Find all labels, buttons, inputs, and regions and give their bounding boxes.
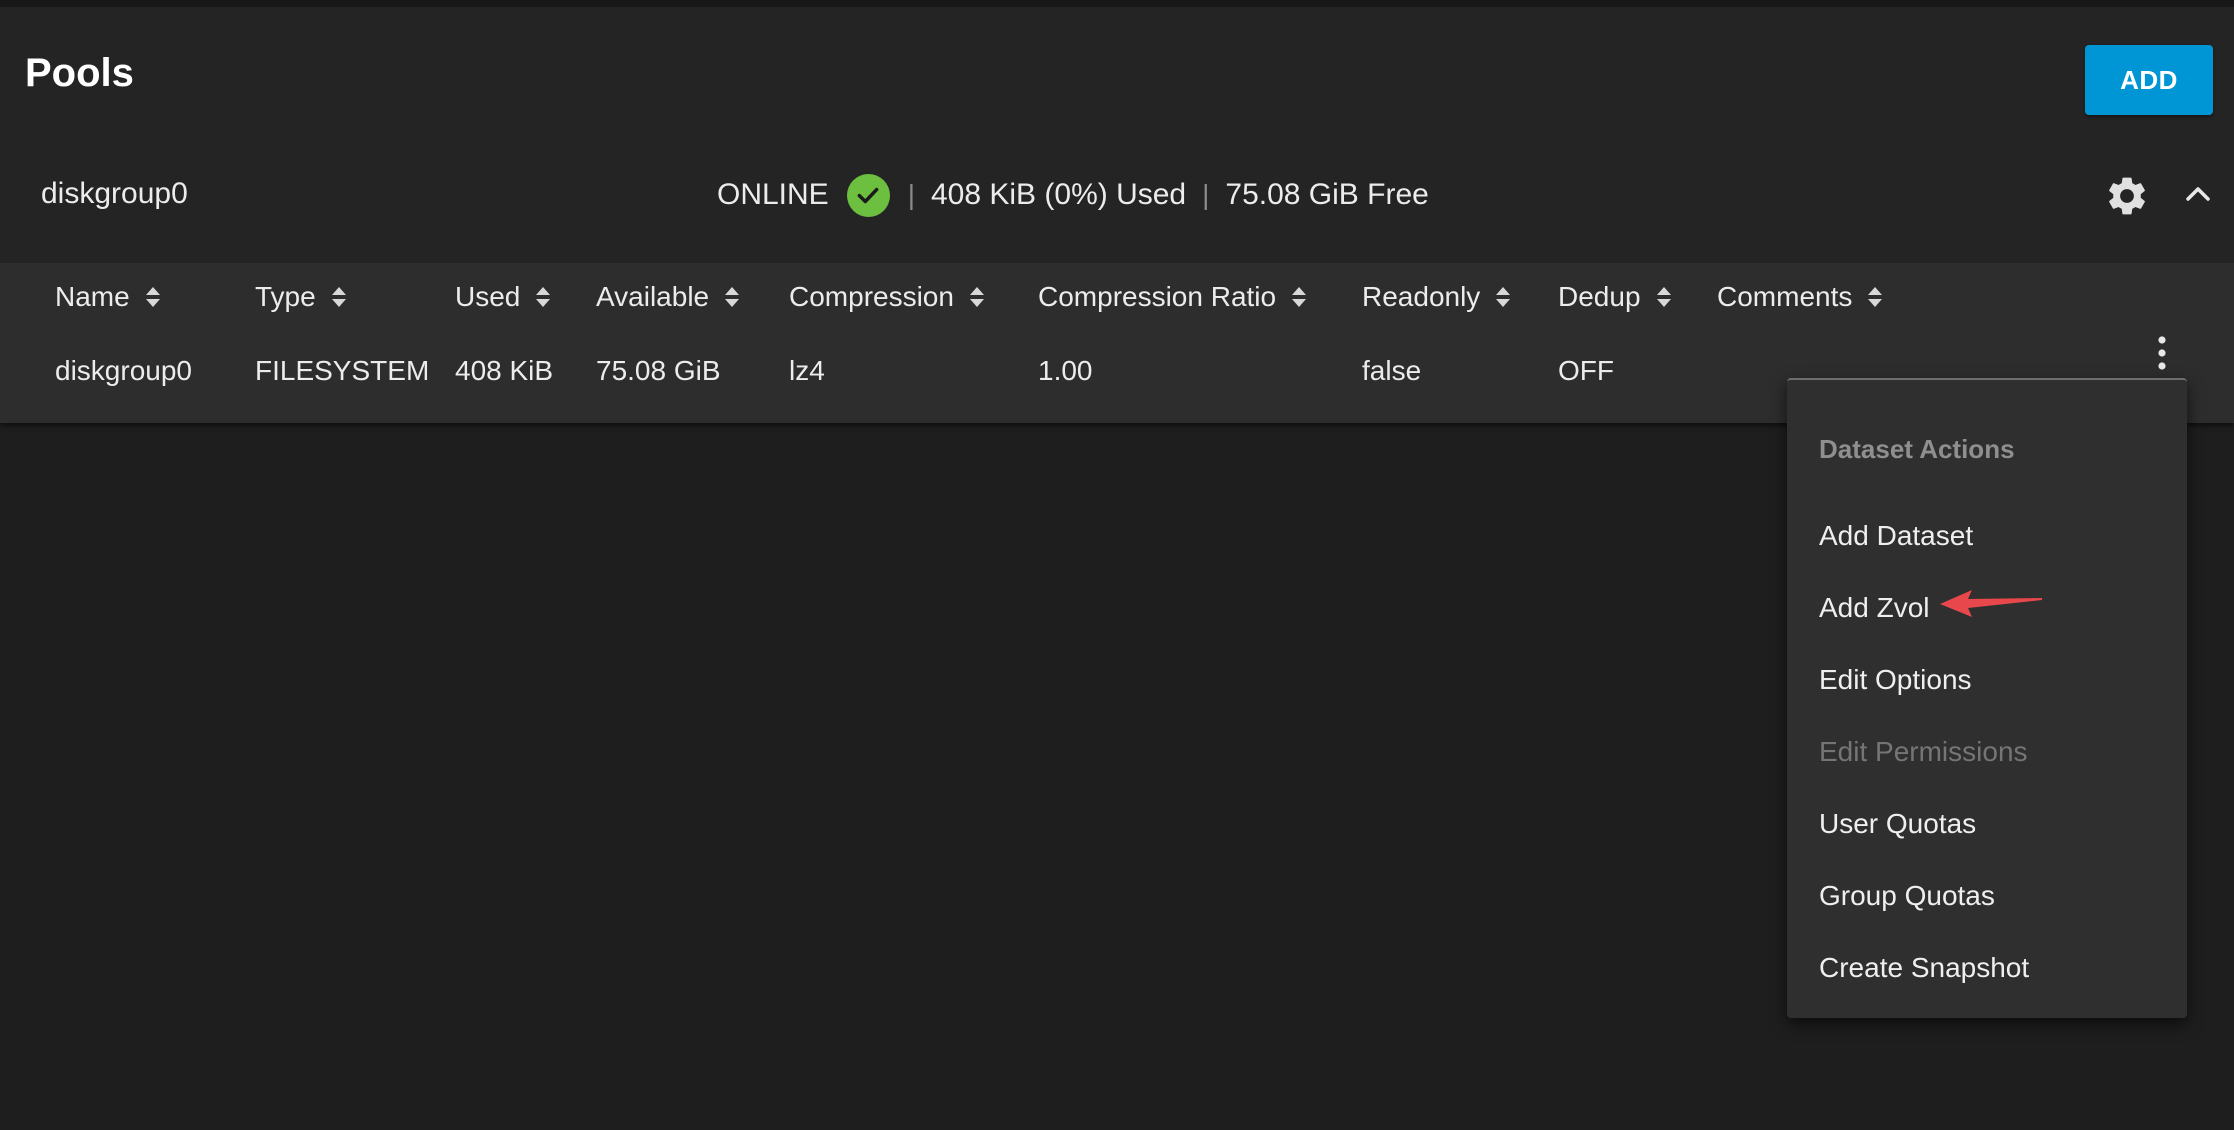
- column-header-name[interactable]: Name: [55, 277, 162, 317]
- column-label: Type: [255, 281, 316, 312]
- menu-item-user-quotas[interactable]: User Quotas: [1819, 804, 1976, 844]
- column-header-comments[interactable]: Comments: [1717, 277, 1884, 317]
- sort-icon: [536, 287, 551, 307]
- page-header: Pools ADD: [0, 7, 2234, 137]
- cell-type: FILESYSTEM: [255, 355, 430, 386]
- cell-name: diskgroup0: [55, 355, 192, 386]
- column-label: Available: [596, 281, 710, 312]
- cell-dedup: OFF: [1558, 355, 1614, 386]
- column-label: Used: [455, 281, 521, 312]
- cell-available: 75.08 GiB: [596, 355, 721, 386]
- cell-used: 408 KiB: [455, 355, 554, 386]
- sort-icon: [1292, 287, 1307, 307]
- dataset-actions-menu: Dataset Actions Add Dataset Add Zvol Edi…: [1787, 378, 2187, 1018]
- sort-icon: [145, 287, 160, 307]
- sort-icon: [1868, 287, 1883, 307]
- column-header-readonly[interactable]: Readonly: [1362, 277, 1512, 317]
- column-label: Compression: [789, 281, 954, 312]
- pool-header: diskgroup0 ONLINE | 408 KiB (0%) Used | …: [0, 137, 2234, 263]
- column-header-dedup[interactable]: Dedup: [1558, 277, 1673, 317]
- pool-status-text: ONLINE: [717, 178, 829, 211]
- menu-title: Dataset Actions: [1819, 434, 2015, 464]
- menu-item-create-snapshot[interactable]: Create Snapshot: [1819, 948, 2029, 988]
- column-label: Dedup: [1558, 281, 1641, 312]
- cell-readonly: false: [1362, 355, 1422, 386]
- top-strip: [0, 0, 2234, 7]
- column-label: Readonly: [1362, 281, 1481, 312]
- column-header-used[interactable]: Used: [455, 277, 552, 317]
- arrow-annotation-icon: [1938, 587, 2044, 619]
- column-label: Comments: [1717, 281, 1853, 312]
- status-separator: |: [907, 179, 915, 210]
- column-header-available[interactable]: Available: [596, 277, 741, 317]
- pool-status: ONLINE | 408 KiB (0%) Used | 75.08 GiB F…: [717, 173, 1429, 217]
- pool-free: 75.08 GiB Free: [1225, 178, 1429, 211]
- column-header-compression-ratio[interactable]: Compression Ratio: [1038, 277, 1308, 317]
- menu-item-add-zvol[interactable]: Add Zvol: [1819, 588, 1930, 628]
- menu-item-group-quotas[interactable]: Group Quotas: [1819, 876, 1995, 916]
- more-vert-icon[interactable]: [2150, 333, 2174, 373]
- sort-icon: [969, 287, 984, 307]
- sort-icon: [1496, 287, 1511, 307]
- column-label: Compression Ratio: [1038, 281, 1277, 312]
- sort-icon: [331, 287, 346, 307]
- menu-item-edit-options[interactable]: Edit Options: [1819, 660, 1972, 700]
- column-header-type[interactable]: Type: [255, 277, 348, 317]
- add-pool-button[interactable]: ADD: [2085, 45, 2213, 115]
- usage-separator: |: [1202, 179, 1210, 210]
- gear-icon[interactable]: [2104, 173, 2150, 219]
- check-circle-icon: [846, 173, 890, 217]
- menu-item-edit-permissions: Edit Permissions: [1819, 736, 2028, 767]
- cell-compression: lz4: [789, 355, 825, 386]
- column-header-compression[interactable]: Compression: [789, 277, 986, 317]
- menu-item-add-dataset[interactable]: Add Dataset: [1819, 516, 1973, 556]
- chevron-up-icon[interactable]: [2183, 179, 2213, 209]
- pool-name: diskgroup0: [41, 177, 188, 210]
- sort-icon: [725, 287, 740, 307]
- sort-icon: [1656, 287, 1671, 307]
- page-title: Pools: [25, 51, 134, 95]
- pool-used: 408 KiB (0%) Used: [930, 178, 1187, 211]
- column-label: Name: [55, 281, 130, 312]
- cell-compression-ratio: 1.00: [1038, 355, 1093, 386]
